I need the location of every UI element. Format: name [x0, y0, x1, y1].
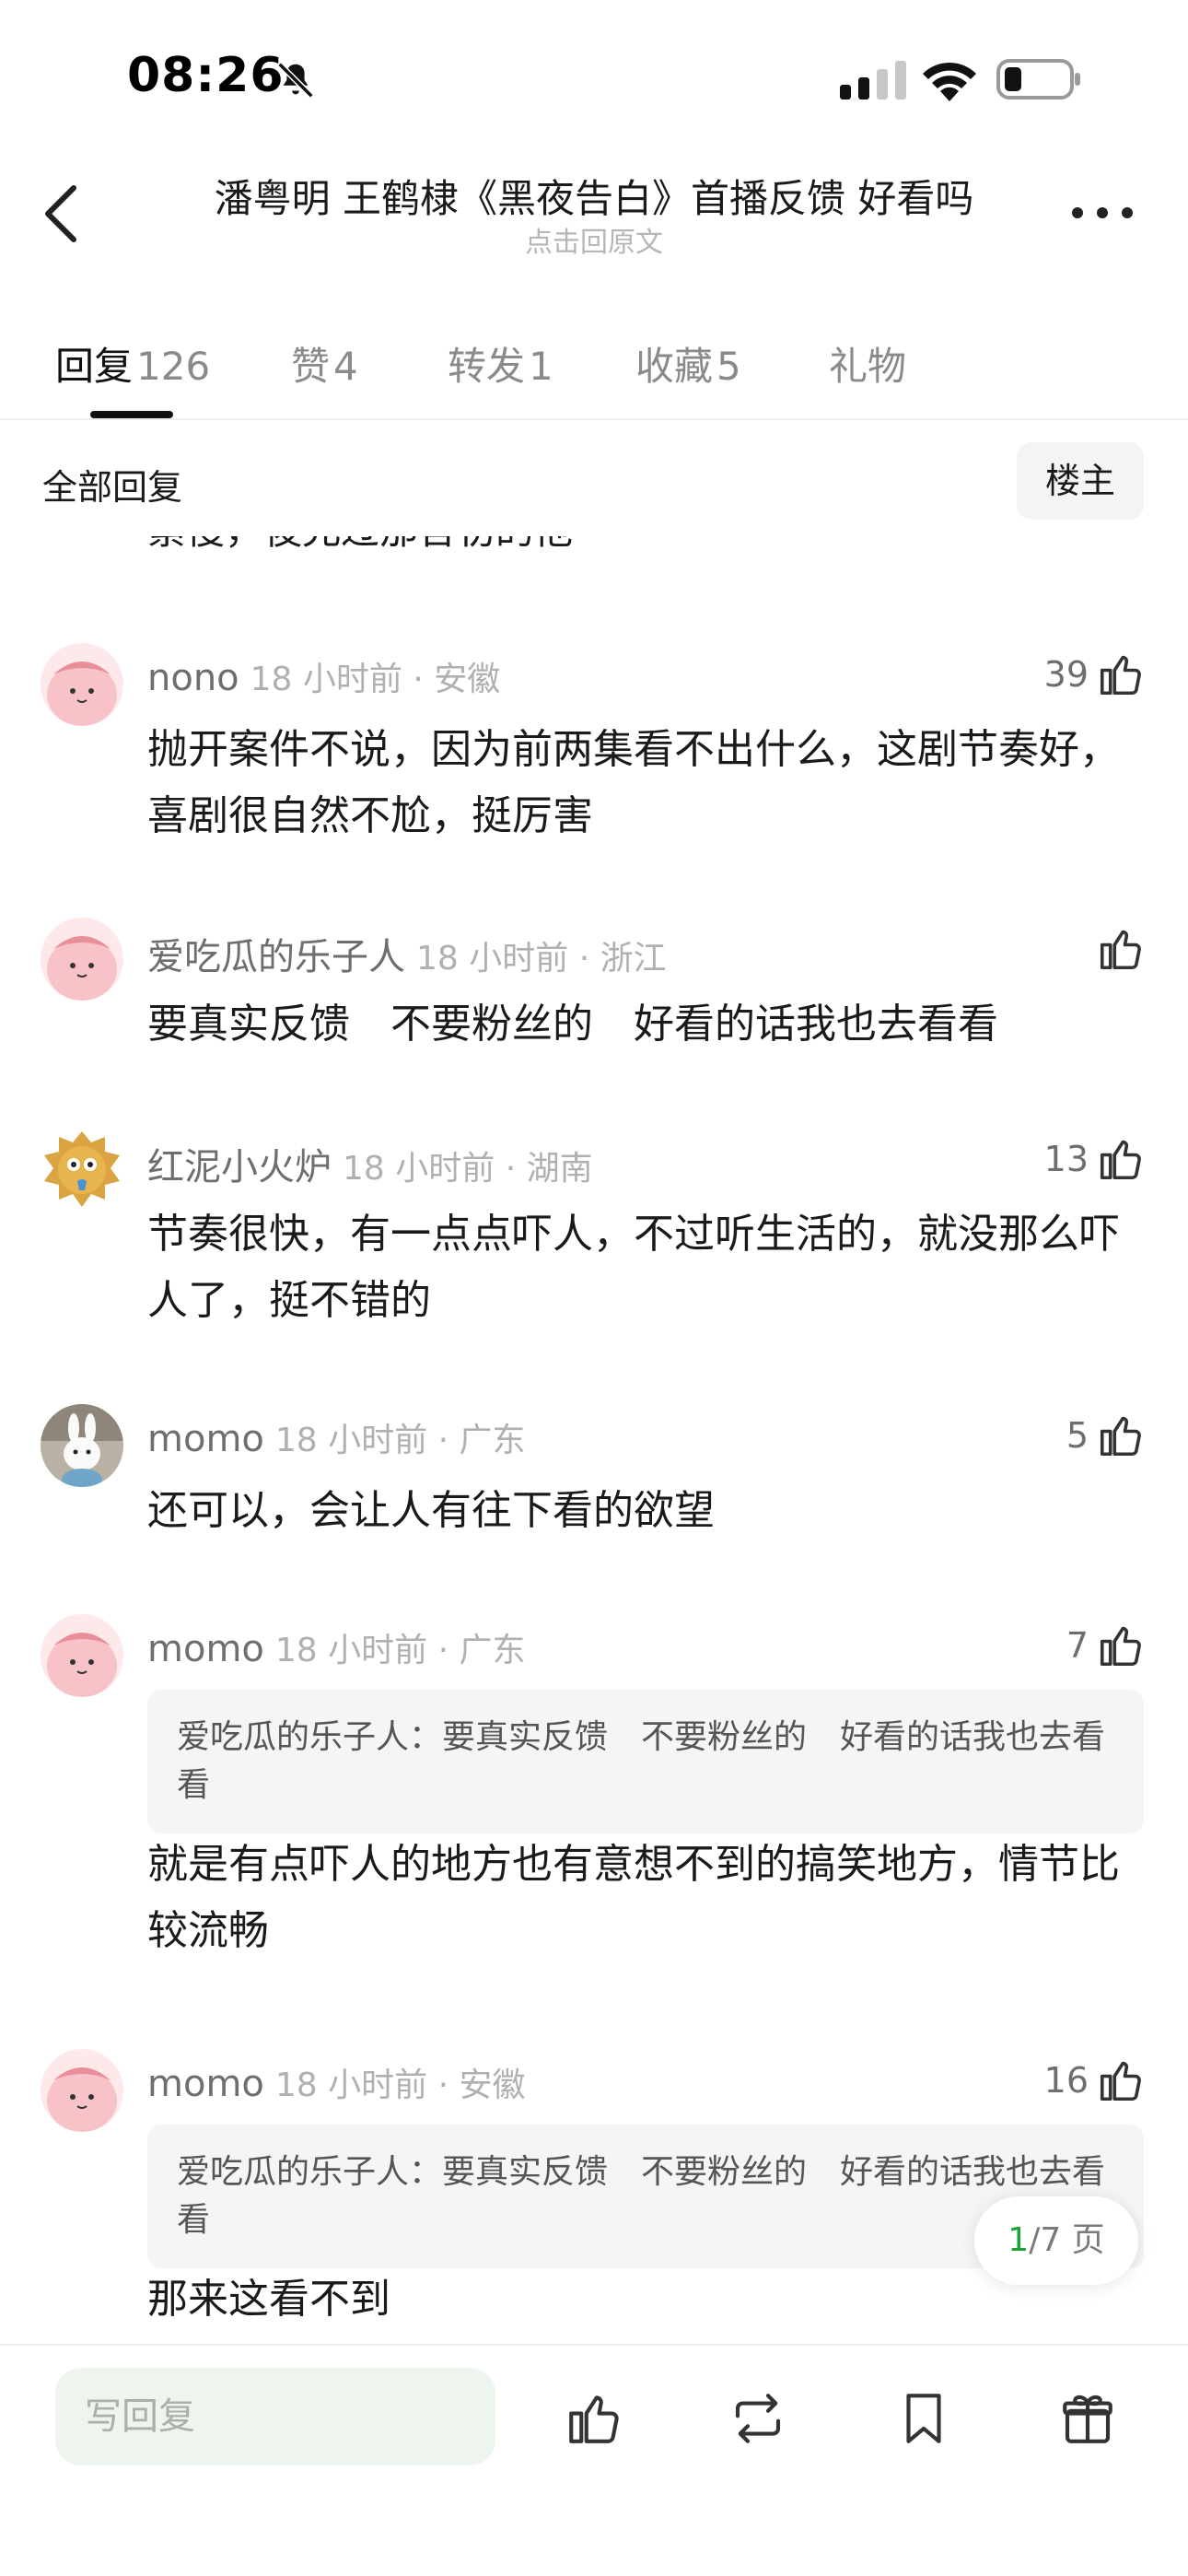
current-page: 1: [1007, 2221, 1030, 2259]
avatar[interactable]: [41, 643, 123, 726]
nav-bar: 潘粤明 王鹤棣《黑夜告白》首播反馈 好看吗 点击回原文: [0, 157, 1188, 267]
thumbs-up-icon: [1100, 1416, 1141, 1457]
wifi-icon: [923, 62, 976, 101]
like-button[interactable]: 5: [1066, 1408, 1146, 1463]
like-button[interactable]: 13: [1044, 1131, 1146, 1187]
yellow-cartoon-avatar-icon: [41, 1128, 123, 1211]
like-button[interactable]: [1089, 921, 1146, 977]
bottom-action-bar: [0, 2344, 1188, 2576]
more-options-icon[interactable]: [1070, 199, 1135, 227]
bunny-avatar-icon: [41, 1404, 123, 1487]
comment-header: momo 18 小时前 · 广东: [147, 1623, 525, 1671]
username[interactable]: momo: [147, 1418, 264, 1460]
comment-header: nono 18 小时前 · 安徽: [147, 652, 500, 700]
bell-muted-icon: [277, 62, 314, 99]
tab-favorites[interactable]: 收藏5: [635, 335, 741, 392]
status-time: 08:26: [127, 48, 285, 103]
avatar[interactable]: [41, 1404, 123, 1487]
comment-header: momo 18 小时前 · 广东: [147, 1413, 525, 1461]
comment-text: 就是有点吓人的地方也有意想不到的搞笑地方，情节比较流畅: [147, 1841, 1120, 1954]
active-tab-indicator: [90, 411, 173, 418]
pink-cartoon-avatar-icon: [41, 643, 123, 726]
tab-gifts[interactable]: 礼物: [829, 335, 910, 392]
comment-meta: 18 小时前 · 安徽: [250, 661, 501, 698]
quoted-reply[interactable]: 爱吃瓜的乐子人：要真实反馈 不要粉丝的 好看的话我也去看看: [147, 1690, 1144, 1833]
like-button[interactable]: 7: [1066, 1618, 1146, 1673]
owner-only-button[interactable]: 楼主: [1017, 442, 1144, 520]
filter-row: 全部回复 楼主: [0, 420, 1188, 536]
page-indicator[interactable]: 1/7 页: [974, 2196, 1138, 2285]
username[interactable]: 爱吃瓜的乐子人: [147, 936, 405, 978]
pink-cartoon-avatar-icon: [41, 2049, 123, 2132]
comment-header: 爱吃瓜的乐子人 18 小时前 · 浙江: [147, 927, 667, 980]
comment-header: 红泥小火炉 18 小时前 · 湖南: [147, 1137, 593, 1190]
like-button[interactable]: 39: [1044, 647, 1146, 702]
comment-text: 节奏很快，有一点点吓人，不过听生活的，就没那么吓人了，挺不错的: [147, 1211, 1120, 1324]
username[interactable]: 红泥小火炉: [147, 1146, 332, 1188]
thumbs-up-icon: [1100, 2061, 1141, 2102]
total-pages: /7 页: [1029, 2221, 1105, 2259]
gift-icon[interactable]: [1057, 2388, 1118, 2449]
avatar[interactable]: [41, 2049, 123, 2132]
comment-text: 要真实反馈 不要粉丝的 好看的话我也去看看: [147, 1001, 998, 1048]
thumbs-up-icon: [1100, 930, 1141, 970]
avatar[interactable]: [41, 1128, 123, 1211]
thumbs-up-icon: [1100, 1626, 1141, 1667]
pink-cartoon-avatar-icon: [41, 1614, 123, 1697]
like-count: 5: [1066, 1415, 1089, 1456]
comment-meta: 18 小时前 · 浙江: [416, 940, 667, 978]
comment-meta: 18 小时前 · 广东: [274, 1422, 526, 1459]
comment-text: 还可以，会让人有往下看的欲望: [147, 1487, 715, 1534]
page-title: 潘粤明 王鹤棣《黑夜告白》首播反馈 好看吗: [214, 176, 974, 221]
comment-list[interactable]: 累慢，後允过那舍初的他 nono 18 小时前 · 安徽 39 抛开案件不说，因为…: [0, 536, 1188, 2344]
like-button[interactable]: 16: [1044, 2053, 1146, 2108]
avatar[interactable]: [41, 1614, 123, 1697]
clipped-comment-text: 累慢，後允过那舍初的他: [147, 536, 573, 556]
back-to-original-link[interactable]: 点击回原文: [129, 219, 1059, 260]
comment-header: momo 18 小时前 · 安徽: [147, 2058, 525, 2106]
like-count: 7: [1066, 1625, 1089, 1666]
all-replies-label: 全部回复: [42, 467, 183, 508]
reply-input[interactable]: [55, 2368, 495, 2465]
comment-text: 抛开案件不说，因为前两集看不出什么，这剧节奏好，喜剧很自然不尬，挺厉害: [147, 726, 1120, 839]
comment-meta: 18 小时前 · 湖南: [343, 1150, 593, 1188]
status-bar: 08:26: [0, 0, 1188, 138]
username[interactable]: momo: [147, 1628, 264, 1670]
tab-likes[interactable]: 赞4: [291, 335, 358, 392]
username[interactable]: nono: [147, 657, 239, 699]
battery-icon: [996, 59, 1080, 100]
thumbs-up-icon: [1100, 1140, 1141, 1180]
tab-bar: 回复126 赞4 转发1 收藏5 礼物: [0, 322, 1188, 420]
thumbs-up-icon: [1100, 655, 1141, 696]
repost-icon[interactable]: [728, 2388, 788, 2449]
like-count: 13: [1043, 1139, 1089, 1179]
tab-reposts[interactable]: 转发1: [448, 335, 553, 392]
pink-cartoon-avatar-icon: [41, 918, 123, 1001]
tab-replies[interactable]: 回复126: [55, 335, 210, 392]
like-count: 16: [1043, 2060, 1089, 2101]
username[interactable]: momo: [147, 2063, 264, 2105]
bookmark-icon[interactable]: [893, 2388, 954, 2449]
comment-meta: 18 小时前 · 安徽: [274, 2067, 526, 2104]
cellular-signal-icon: [840, 61, 906, 100]
back-arrow-icon[interactable]: [39, 181, 85, 247]
like-post-icon[interactable]: [564, 2388, 624, 2449]
comment-meta: 18 小时前 · 广东: [274, 1632, 526, 1669]
like-count: 39: [1043, 654, 1089, 695]
avatar[interactable]: [41, 918, 123, 1001]
